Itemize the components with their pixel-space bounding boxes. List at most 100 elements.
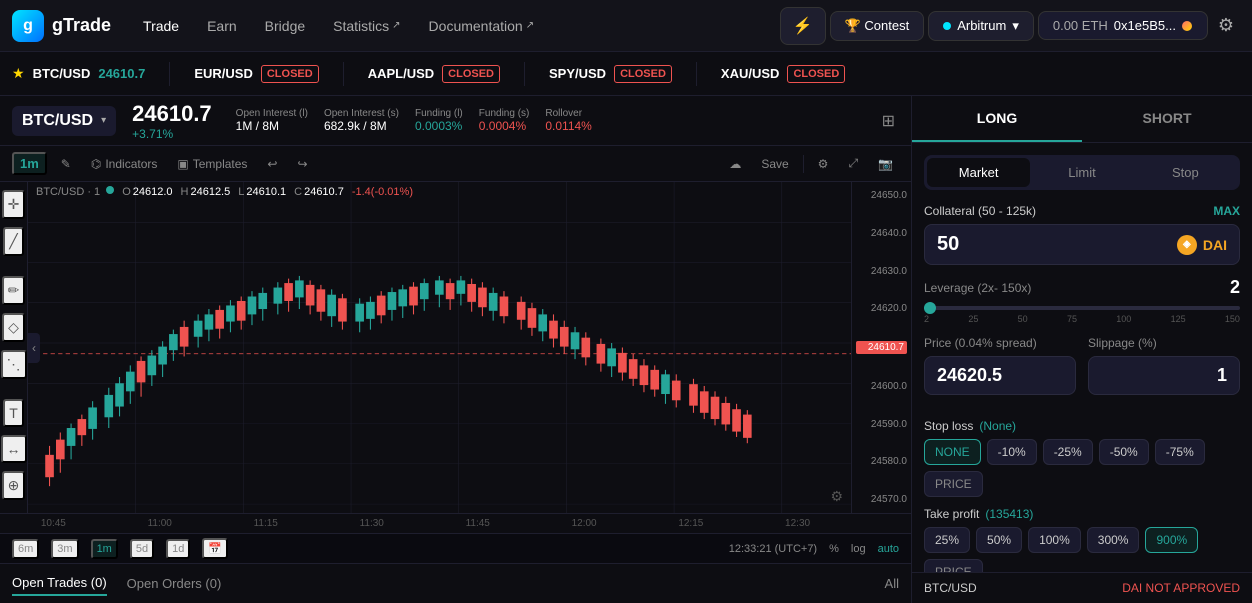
ticker-divider-3 bbox=[524, 62, 525, 86]
redo-button[interactable]: ↪ bbox=[291, 155, 313, 173]
logo-icon: g bbox=[12, 10, 44, 42]
auto-label[interactable]: auto bbox=[878, 543, 899, 555]
chart-settings-gear[interactable]: ⚙ bbox=[826, 484, 847, 509]
tp-900-btn[interactable]: 900% bbox=[1145, 527, 1198, 553]
toolbar-pencil-button[interactable]: ✎ bbox=[55, 155, 77, 173]
chart-nav-left[interactable]: ‹ bbox=[28, 333, 40, 363]
text-tool[interactable]: T bbox=[3, 399, 24, 427]
nav-documentation[interactable]: Documentation ↗ bbox=[417, 10, 547, 42]
trend-line-tool[interactable]: ╱ bbox=[3, 227, 23, 256]
percent-icon[interactable]: % bbox=[829, 543, 839, 555]
chart-timestamp: 12:33:21 (UTC+7) bbox=[729, 543, 817, 555]
timeframe-button[interactable]: 1m bbox=[12, 152, 47, 175]
chart-area[interactable]: BTC/USD · 1 O 24612.0 H 24612.5 L 24610.… bbox=[28, 182, 911, 513]
leverage-header: Leverage (2x- 150x) 2 bbox=[924, 277, 1240, 298]
ticker-aaplusd[interactable]: AAPL/USD CLOSED bbox=[368, 65, 500, 83]
all-filter[interactable]: All bbox=[885, 576, 899, 591]
grid-icon-button[interactable]: ⊞ bbox=[878, 107, 899, 135]
tab-short[interactable]: SHORT bbox=[1082, 96, 1252, 142]
sl-50-btn[interactable]: -50% bbox=[1099, 439, 1149, 465]
measure-tool[interactable]: ↔ bbox=[1, 435, 27, 463]
stop-loss-value: (None) bbox=[979, 419, 1016, 433]
nav-bridge[interactable]: Bridge bbox=[253, 10, 317, 42]
fib-tool[interactable]: ⋱ bbox=[1, 350, 27, 379]
main-layout: BTC/USD ▾ 24610.7 +3.71% Open Interest (… bbox=[0, 96, 1252, 603]
fullscreen-button[interactable]: ⤢ bbox=[842, 154, 864, 173]
wallet-avatar bbox=[1182, 21, 1192, 31]
network-button[interactable]: Arbitrum ▾ bbox=[928, 11, 1034, 41]
logo[interactable]: g gTrade bbox=[12, 10, 111, 42]
contest-button[interactable]: 🏆 Contest bbox=[830, 11, 925, 41]
limit-btn[interactable]: Limit bbox=[1030, 158, 1133, 187]
sl-75-btn[interactable]: -75% bbox=[1155, 439, 1205, 465]
tf-5d[interactable]: 5d bbox=[130, 539, 154, 559]
tp-300-btn[interactable]: 300% bbox=[1087, 527, 1140, 553]
draw-tool[interactable]: ✏ bbox=[2, 276, 26, 305]
collateral-field: Collateral (50 - 125k) MAX 50 ◈ DAI bbox=[924, 204, 1240, 265]
sl-10-btn[interactable]: -10% bbox=[987, 439, 1037, 465]
trade-form: Market Limit Stop Collateral (50 - 125k)… bbox=[912, 143, 1252, 572]
tab-long[interactable]: LONG bbox=[912, 96, 1082, 142]
shapes-tool[interactable]: ◇ bbox=[2, 313, 25, 342]
log-label[interactable]: log bbox=[851, 543, 866, 555]
cloud-icon-button[interactable]: ☁ bbox=[723, 155, 747, 173]
collateral-input[interactable]: 50 ◈ DAI bbox=[924, 224, 1240, 265]
time-1200: 12:00 bbox=[572, 518, 597, 529]
templates-button[interactable]: ▣ Templates bbox=[171, 155, 253, 173]
open-orders-tab[interactable]: Open Orders (0) bbox=[127, 572, 222, 595]
settings-chart-button[interactable]: ⚙ bbox=[812, 155, 835, 173]
ticker-btcusd[interactable]: ★ BTC/USD 24610.7 bbox=[12, 65, 145, 82]
lightning-button[interactable]: ⚡ bbox=[780, 7, 826, 45]
lev-tick-150: 150 bbox=[1225, 314, 1240, 324]
tp-price-btn[interactable]: PRICE bbox=[924, 559, 983, 572]
sl-25-btn[interactable]: -25% bbox=[1043, 439, 1093, 465]
market-btn[interactable]: Market bbox=[927, 158, 1030, 187]
stat-label-f-l: Funding (l) bbox=[415, 108, 463, 119]
tf-6m[interactable]: 6m bbox=[12, 539, 39, 559]
ticker-eurusd[interactable]: EUR/USD CLOSED bbox=[194, 65, 318, 83]
pair-selector[interactable]: BTC/USD ▾ bbox=[12, 106, 116, 136]
nav-earn[interactable]: Earn bbox=[195, 10, 249, 42]
tf-1m[interactable]: 1m bbox=[91, 539, 118, 559]
zoom-tool[interactable]: ⊕ bbox=[2, 471, 26, 500]
indicators-button[interactable]: ⌬ Indicators bbox=[85, 155, 164, 173]
take-profit-row: Take profit (135413) 25% 50% 100% 300% 9… bbox=[924, 507, 1240, 572]
left-toolbar: ✛ ╱ ✏ ◇ ⋱ T ↔ ⊕ ✦ TV bbox=[0, 182, 28, 513]
save-button[interactable]: Save bbox=[755, 155, 794, 173]
tp-100-btn[interactable]: 100% bbox=[1028, 527, 1081, 553]
chart-pair-name: BTC/USD bbox=[22, 112, 93, 130]
tf-3m[interactable]: 3m bbox=[51, 539, 78, 559]
max-button[interactable]: MAX bbox=[1213, 204, 1240, 218]
screenshot-button[interactable]: 📷 bbox=[872, 155, 899, 173]
ohlc-pair: BTC/USD · 1 bbox=[36, 186, 114, 198]
tp-50-btn[interactable]: 50% bbox=[976, 527, 1022, 553]
leverage-slider-thumb[interactable] bbox=[924, 302, 936, 314]
ticker-pair-spy: SPY/USD bbox=[549, 66, 606, 81]
templates-icon: ▣ bbox=[177, 157, 188, 171]
stop-btn[interactable]: Stop bbox=[1134, 158, 1237, 187]
star-icon[interactable]: ★ bbox=[12, 65, 25, 82]
sl-price-btn[interactable]: PRICE bbox=[924, 471, 983, 497]
slippage-field: Slippage (%) 1 bbox=[1088, 336, 1240, 395]
price-label: Price (0.04% spread) bbox=[924, 336, 1037, 350]
price-input[interactable]: 24620.5 bbox=[924, 356, 1076, 395]
ticker-spyusd[interactable]: SPY/USD CLOSED bbox=[549, 65, 672, 83]
take-profit-label: Take profit bbox=[924, 507, 979, 521]
sl-none-btn[interactable]: NONE bbox=[924, 439, 981, 465]
leverage-slider[interactable] bbox=[924, 306, 1240, 310]
settings-button[interactable]: ⚙ bbox=[1212, 9, 1240, 42]
tp-25-btn[interactable]: 25% bbox=[924, 527, 970, 553]
nav-trade[interactable]: Trade bbox=[131, 10, 191, 42]
nav-statistics[interactable]: Statistics ↗ bbox=[321, 10, 412, 42]
wallet-button[interactable]: 0.00 ETH 0x1e5B5... bbox=[1038, 11, 1208, 40]
tf-1d[interactable]: 1d bbox=[166, 539, 190, 559]
ticker-xauusd[interactable]: XAU/USD CLOSED bbox=[721, 65, 845, 83]
time-1115: 11:15 bbox=[254, 518, 278, 529]
dai-icon: ◈ bbox=[1177, 235, 1197, 255]
tf-calendar[interactable]: 📅 bbox=[202, 538, 228, 559]
cursor-tool[interactable]: ✛ bbox=[2, 190, 26, 219]
undo-button[interactable]: ↩ bbox=[261, 155, 283, 173]
slippage-input[interactable]: 1 bbox=[1088, 356, 1240, 395]
ticker-closed-aapl: CLOSED bbox=[442, 65, 500, 83]
open-trades-tab[interactable]: Open Trades (0) bbox=[12, 571, 107, 596]
